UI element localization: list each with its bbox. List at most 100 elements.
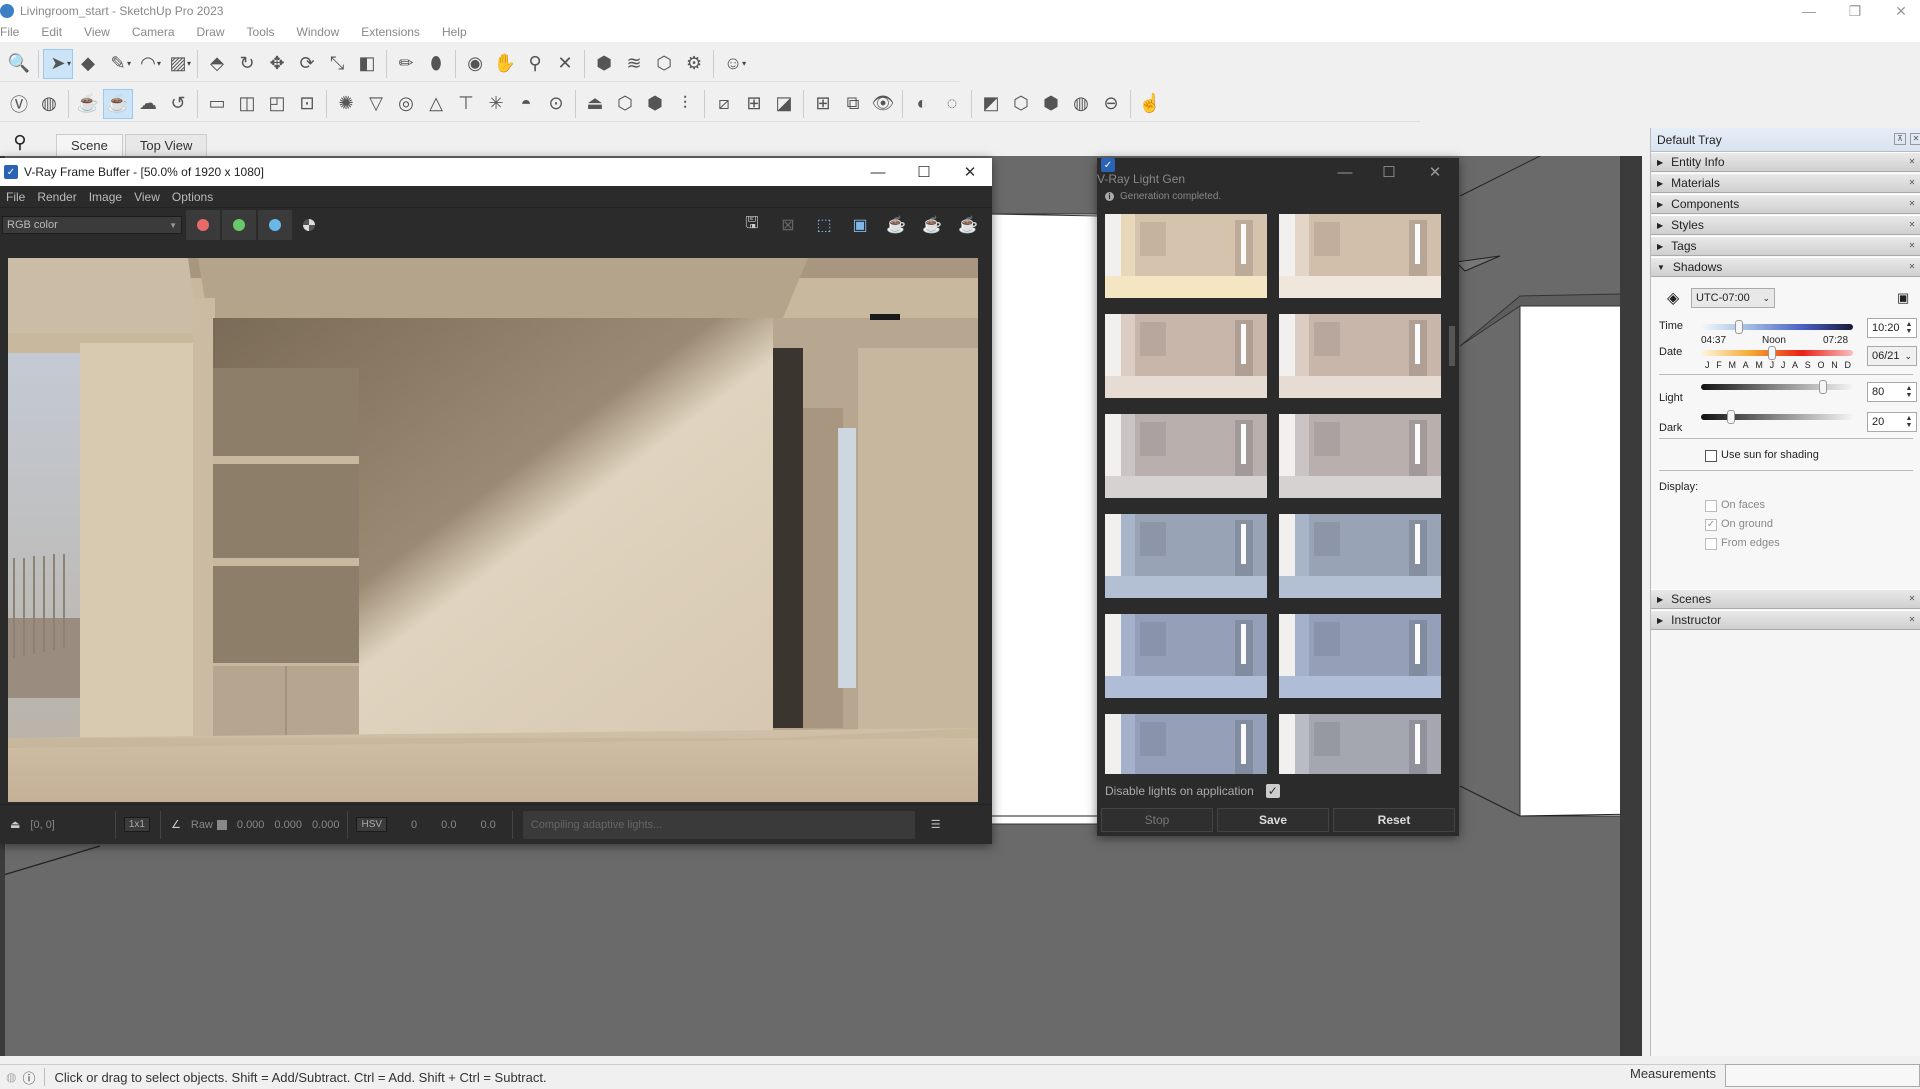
menu-extensions[interactable]: Extensions [361,25,430,39]
vfb-minimize-button[interactable]: — [858,158,898,186]
shadow-toggle-icon[interactable]: ◈ [1667,288,1679,308]
spinner-arrows-icon[interactable]: ▲ ▼ [1904,321,1914,335]
render-cloud-icon[interactable]: ☁ [133,89,163,119]
spinner-arrows-icon[interactable]: ▲ ▼ [1904,415,1914,429]
eraser-icon[interactable]: ◆ [73,49,103,79]
panel-components[interactable]: ▶ Components ✕ [1651,194,1920,214]
vfb-maximize-button[interactable]: ☐ [904,158,944,186]
dark-slider[interactable] [1701,414,1853,420]
panel-close-icon[interactable]: ✕ [1906,198,1918,210]
green-channel-toggle[interactable] [222,210,256,240]
uvw-cylinder-icon[interactable]: ⊖ [1096,89,1126,119]
panel-scenes[interactable]: ▶ Scenes ✕ [1651,589,1920,609]
dark-slider-knob[interactable] [1727,410,1736,424]
uvw-sphere-icon[interactable]: ◍ [1066,89,1096,119]
lightgen-thumbnail[interactable] [1105,214,1267,298]
pan-icon[interactable]: ✋ [490,49,520,79]
spinner-arrows-icon[interactable]: ▲ ▼ [1904,385,1914,399]
infinite-plane-icon[interactable]: ⏏ [580,89,610,119]
clear-image-icon[interactable]: ⊠ [776,214,800,236]
scatter-icon[interactable]: ⊞ [808,89,838,119]
panel-styles[interactable]: ▶ Styles ✕ [1651,215,1920,235]
use-sun-checkbox[interactable] [1705,450,1717,462]
vfb-menu-view[interactable]: View [134,190,160,204]
object-picker-icon[interactable]: ☝ [1135,89,1165,119]
lightgen-thumbnail[interactable] [1279,314,1441,398]
mesh-clipper-icon[interactable]: ◪ [769,89,799,119]
lightgen-thumbnail[interactable] [1105,414,1267,498]
render-history-icon[interactable]: ◰ [262,89,292,119]
save-button[interactable]: Save [1217,808,1329,832]
menu-window[interactable]: Window [297,25,350,39]
date-select[interactable]: 06/21 ⌄ [1867,346,1917,366]
copy-scene-icon[interactable]: ⧉ [838,89,868,119]
tab-scene[interactable]: Scene [56,134,123,156]
clipper-icon[interactable]: ⧄ [709,89,739,119]
dropdown-arrow-icon[interactable]: ▾ [742,59,746,68]
disable-lights-checkbox[interactable]: ✓ [1265,784,1280,798]
lock-view-icon[interactable]: ⊡ [292,89,322,119]
minimize-button[interactable]: — [1786,0,1832,22]
view-scene-icon[interactable]: 👁 [868,89,898,119]
panel-tags[interactable]: ▶ Tags ✕ [1651,236,1920,256]
panel-close-icon[interactable]: ✕ [1906,156,1918,168]
mesh-light-icon[interactable]: ◓ [511,89,541,119]
sample-size-select[interactable]: 1x1 [123,817,150,832]
frame-buffer-icon[interactable]: ▭ [202,89,232,119]
zoom-window-icon[interactable]: 🔍 [4,49,34,79]
sphere-light-icon[interactable]: ✳ [481,89,511,119]
proxy-import-icon[interactable]: ⬢ [640,89,670,119]
menu-edit[interactable]: Edit [41,25,72,39]
menu-draw[interactable]: Draw [197,25,235,39]
menu-tools[interactable]: Tools [247,25,285,39]
light-gen-icon[interactable]: ✺ [331,89,361,119]
pin-icon[interactable]: ⊼ [1894,133,1906,145]
vray-render-icon[interactable]: Ⓥ [4,89,34,119]
dropdown-arrow-icon[interactable]: ▾ [67,59,71,68]
lightgen-minimize-button[interactable]: — [1325,158,1365,186]
stop-render-icon[interactable]: ☕ [920,214,944,236]
light-input[interactable]: 80 ▲ ▼ [1867,382,1917,402]
stop-button[interactable]: Stop [1101,808,1213,832]
blue-channel-toggle[interactable] [258,210,292,240]
render-teapot-icon[interactable]: ☕ [73,89,103,119]
warehouse-icon[interactable]: ⬢ [589,49,619,79]
red-channel-toggle[interactable] [186,210,220,240]
geo-location-icon[interactable]: ◍ [6,1070,16,1084]
panel-close-icon[interactable]: ✕ [1906,240,1918,252]
dropdown-arrow-icon[interactable]: ▾ [127,59,131,68]
select-by-material-icon[interactable]: ◌ [937,89,967,119]
time-input[interactable]: 10:20 ▲ ▼ [1867,318,1917,338]
uvw-box-icon[interactable]: ⬡ [1006,89,1036,119]
credits-icon[interactable]: ⓘ [22,1068,35,1087]
restore-button[interactable]: ❐ [1832,0,1878,22]
render-icon[interactable]: ☕ [884,214,908,236]
lightgen-thumbnail[interactable] [1279,614,1441,698]
panel-close-icon[interactable]: ✕ [1906,593,1918,605]
time-slider[interactable] [1701,324,1853,330]
vfb-menu-render[interactable]: Render [37,190,76,204]
shadow-settings-icon[interactable]: ▣ [1897,290,1909,306]
dropdown-arrow-icon[interactable]: ▾ [187,59,191,68]
dome-light-icon[interactable]: ⊤ [451,89,481,119]
time-slider-knob[interactable] [1735,320,1743,334]
measurements-input[interactable] [1725,1064,1920,1087]
on-faces-checkbox[interactable] [1705,500,1717,512]
log-toggle-icon[interactable]: ☰ [931,818,941,831]
interactive-render-icon[interactable]: ☕ [956,214,980,236]
lightgen-thumbnail[interactable] [1279,414,1441,498]
vfb-menu-image[interactable]: Image [89,190,122,204]
orbit-icon[interactable]: ◉ [460,49,490,79]
rotate-icon[interactable]: ⟳ [292,49,322,79]
panel-close-icon[interactable]: ✕ [1906,261,1918,273]
lighting-analysis-icon[interactable]: ◫ [232,89,262,119]
extension-warehouse-icon[interactable]: ≋ [619,49,649,79]
vfb-menu-file[interactable]: File [6,190,25,204]
panel-materials[interactable]: ▶ Materials ✕ [1651,173,1920,193]
vfb-menu-options[interactable]: Options [172,190,213,204]
follow-mouse-icon[interactable]: ▣ [848,214,872,236]
date-slider[interactable] [1701,350,1853,356]
paint-bucket-icon[interactable]: ⬮ [421,49,451,79]
panel-shadows[interactable]: ▼ Shadows ✕ [1651,257,1920,277]
reset-button[interactable]: Reset [1333,808,1455,832]
